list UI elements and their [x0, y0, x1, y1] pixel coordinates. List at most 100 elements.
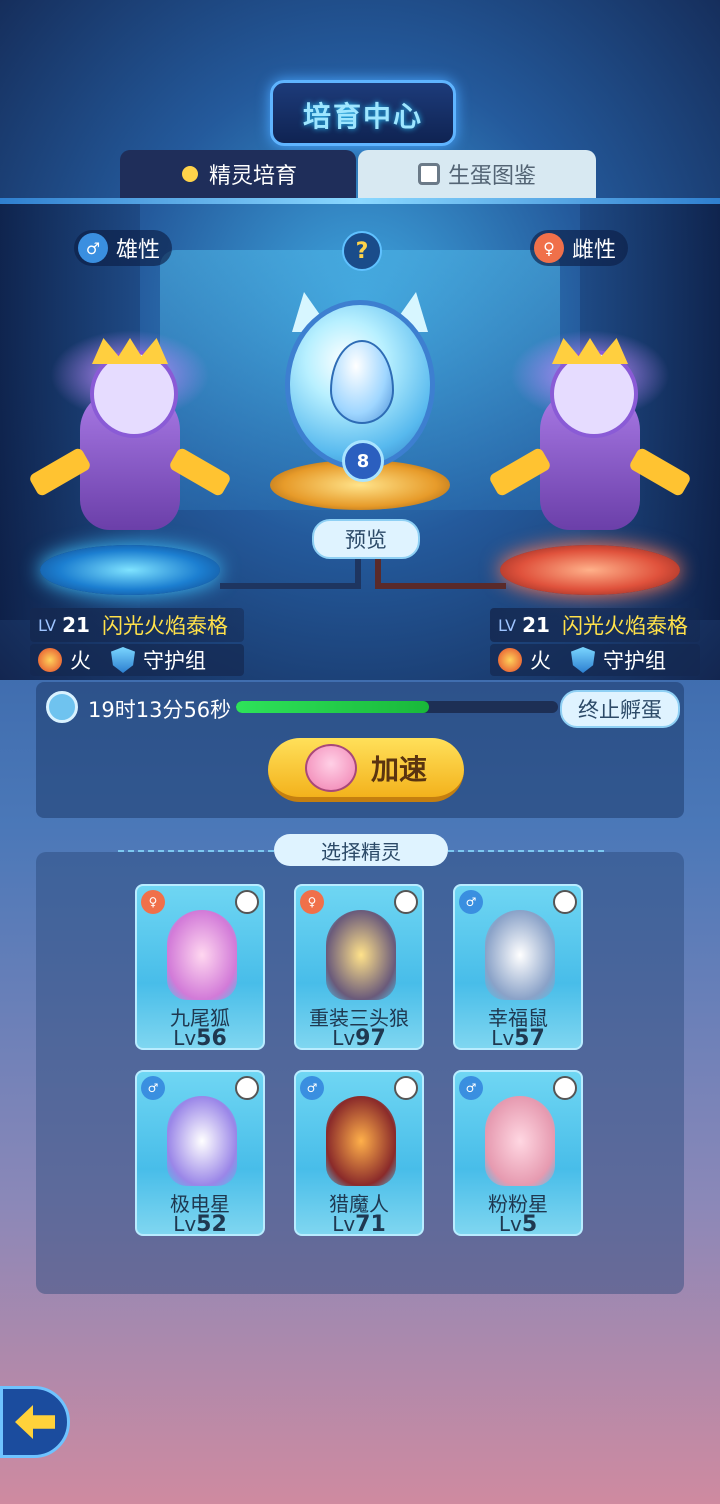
pet-portrait: [326, 910, 396, 1000]
tab-bar: 精灵培育 生蛋图鉴: [120, 150, 596, 198]
pet-level: Lv5: [455, 1212, 581, 1236]
back-button[interactable]: [0, 1386, 70, 1458]
male-icon: ♂: [459, 1076, 483, 1100]
female-gender-label: 雌性: [572, 238, 617, 263]
hatch-progress-bar: [236, 701, 558, 713]
male-icon: ♂: [78, 233, 108, 263]
male-pet-name: 闪光火焰泰格: [101, 614, 228, 638]
question-icon: ?: [355, 238, 369, 264]
fire-icon: [38, 648, 62, 672]
pet-level: Lv71: [296, 1212, 422, 1236]
male-gender-badge: ♂ 雄性: [74, 230, 173, 266]
pet-card[interactable]: ♂ 极电星 Lv52: [135, 1070, 265, 1236]
tab-divider: [0, 198, 720, 204]
egg-badge: 8: [342, 440, 384, 482]
speed-up-button[interactable]: 加速: [268, 738, 464, 802]
female-attributes: 火 守护组: [490, 644, 700, 676]
level-prefix: LV: [38, 615, 57, 635]
female-pet-name: 闪光火焰泰格: [561, 614, 688, 638]
level-number: 5: [521, 1212, 538, 1236]
female-group: 守护组: [603, 649, 666, 673]
male-gender-label: 雄性: [116, 238, 161, 263]
tab-pet-breeding[interactable]: 精灵培育: [120, 150, 356, 198]
level-prefix: Lv: [332, 1212, 356, 1236]
back-arrow-icon: [15, 1405, 55, 1439]
fire-icon: [498, 648, 522, 672]
speed-up-label: 加速: [370, 752, 427, 786]
pet-card[interactable]: ♂ 幸福鼠 Lv57: [453, 884, 583, 1050]
level-prefix: Lv: [173, 1212, 197, 1236]
male-icon: ♂: [141, 1076, 165, 1100]
pet-card[interactable]: ♀ 重装三头狼 Lv97: [294, 884, 424, 1050]
male-group: 守护组: [143, 649, 206, 673]
female-icon: ♀: [300, 890, 324, 914]
book-icon: [417, 163, 440, 185]
tab-label: 精灵培育: [208, 164, 297, 189]
pet-portrait: [485, 1096, 555, 1186]
female-level: 21: [522, 613, 550, 637]
male-icon: ♂: [459, 890, 483, 914]
male-parent-pet[interactable]: [28, 330, 232, 560]
level-number: 57: [514, 1026, 545, 1050]
level-number: 71: [355, 1212, 386, 1236]
tab-label: 生蛋图鉴: [447, 164, 536, 189]
left-pipe: [220, 555, 361, 589]
stopwatch-icon: [46, 691, 78, 723]
title-plate: 培育中心: [270, 80, 456, 146]
pet-portrait: [485, 910, 555, 1000]
hatch-progress-fill: [236, 701, 430, 713]
help-button[interactable]: ?: [342, 231, 382, 271]
divider-line: [118, 850, 274, 852]
level-prefix: Lv: [173, 1026, 197, 1050]
female-parent-pet[interactable]: [488, 330, 692, 560]
pet-mask-icon: [553, 890, 577, 914]
level-prefix: Lv: [498, 1212, 522, 1236]
hexagon-icon: [178, 163, 201, 185]
female-info-bar: LV 21 闪光火焰泰格: [490, 608, 700, 642]
pet-mask-icon: [394, 890, 418, 914]
pet-level: Lv52: [137, 1212, 263, 1236]
female-gender-badge: ♀ 雌性: [530, 230, 629, 266]
pet-level: Lv56: [137, 1026, 263, 1050]
pet-mask-icon: [553, 1076, 577, 1100]
tab-egg-codex[interactable]: 生蛋图鉴: [358, 150, 596, 198]
pet-level: Lv57: [455, 1026, 581, 1050]
shield-icon: [571, 647, 595, 673]
pet-card[interactable]: ♂ 粉粉星 Lv5: [453, 1070, 583, 1236]
pet-crown: [552, 338, 628, 364]
level-number: 56: [196, 1026, 227, 1050]
preview-button[interactable]: 预览: [312, 519, 420, 559]
pet-portrait: [326, 1096, 396, 1186]
pet-level: Lv97: [296, 1026, 422, 1050]
female-icon: ♀: [141, 890, 165, 914]
female-icon: ♀: [534, 233, 564, 263]
shield-icon: [111, 647, 135, 673]
level-prefix: Lv: [491, 1026, 515, 1050]
hatch-time-left: 19时13分56秒: [88, 698, 232, 722]
male-info-bar: LV 21 闪光火焰泰格: [30, 608, 244, 642]
pet-card[interactable]: ♂ 猎魔人 Lv71: [294, 1070, 424, 1236]
female-element: 火: [530, 649, 551, 673]
pet-crown: [92, 338, 168, 364]
pet-mask-icon: [235, 890, 259, 914]
male-element: 火: [70, 649, 91, 673]
divider-line: [448, 850, 604, 852]
level-prefix: Lv: [332, 1026, 356, 1050]
egg-incubator[interactable]: 8: [270, 292, 450, 510]
right-pipe: [375, 555, 506, 589]
level-number: 97: [355, 1026, 386, 1050]
page-title: 培育中心: [302, 100, 423, 133]
level-number: 52: [196, 1212, 227, 1236]
pet-mask-icon: [394, 1076, 418, 1100]
pet-card[interactable]: ♀ 九尾狐 Lv56: [135, 884, 265, 1050]
male-icon: ♂: [300, 1076, 324, 1100]
male-level: 21: [62, 613, 90, 637]
pet-mask-icon: [235, 1076, 259, 1100]
pet-face-icon: [304, 743, 357, 792]
pet-portrait: [167, 1096, 237, 1186]
pet-portrait: [167, 910, 237, 1000]
select-pet-title: 选择精灵: [274, 834, 448, 866]
stop-hatching-button[interactable]: 终止孵蛋: [560, 690, 680, 728]
male-attributes: 火 守护组: [30, 644, 244, 676]
level-prefix: LV: [498, 615, 517, 635]
